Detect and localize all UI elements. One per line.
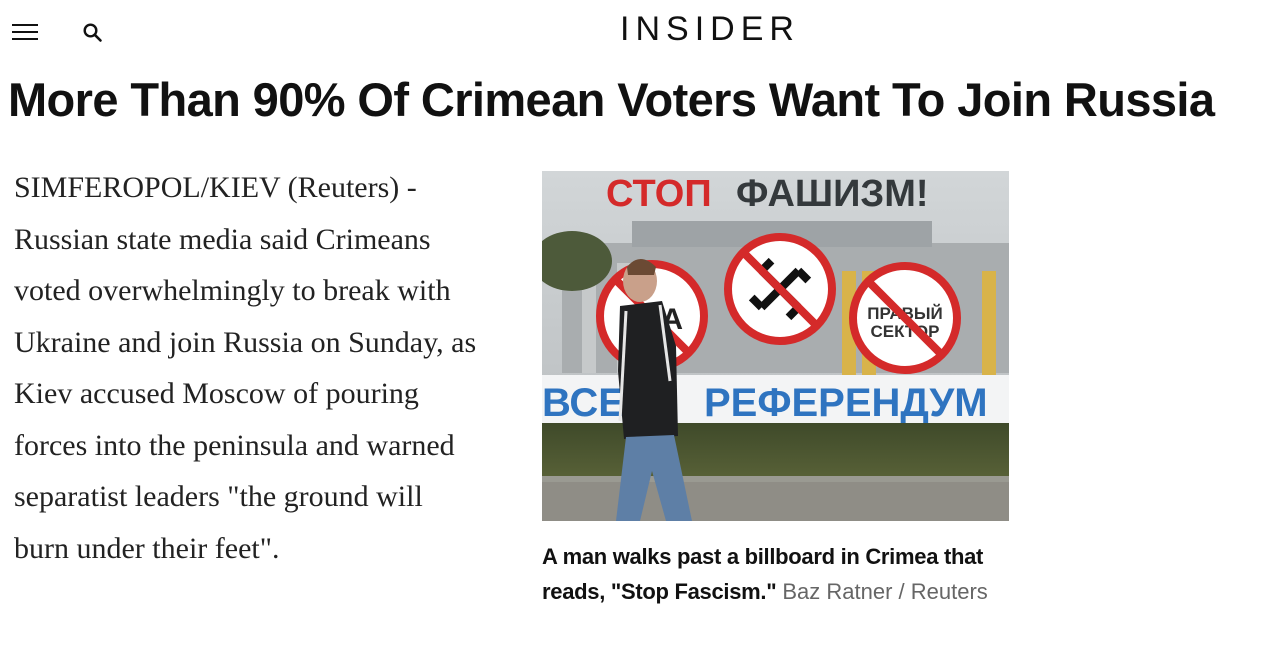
article-body-text: SIMFEROPOL/KIEV (Reuters) - Russian stat… <box>14 171 477 565</box>
site-logo[interactable]: INSIDER <box>0 10 1280 49</box>
billboard-fascism-text: ФАШИЗМ! <box>736 173 929 215</box>
pravyi-sektor-prohibition-sign: ПРАВЫЙ СЕКТОР <box>849 262 961 374</box>
photo-credit: Baz Ratner / Reuters <box>782 579 988 604</box>
article-figure: СТОП ФАШИЗМ! УНА <box>542 171 1009 609</box>
swastika-prohibition-sign <box>724 233 836 345</box>
billboard-photo: СТОП ФАШИЗМ! УНА <box>542 171 1009 521</box>
billboard-all-text: ВСЕ <box>542 381 625 425</box>
photo-caption: A man walks past a billboard in Crimea t… <box>542 539 1012 609</box>
billboard-stop-text: СТОП <box>606 173 712 215</box>
article-headline: More Than 90% Of Crimean Voters Want To … <box>8 73 1215 126</box>
site-header: INSIDER <box>0 0 1280 66</box>
billboard-referendum-text: РЕФЕРЕНДУМ <box>704 381 988 425</box>
